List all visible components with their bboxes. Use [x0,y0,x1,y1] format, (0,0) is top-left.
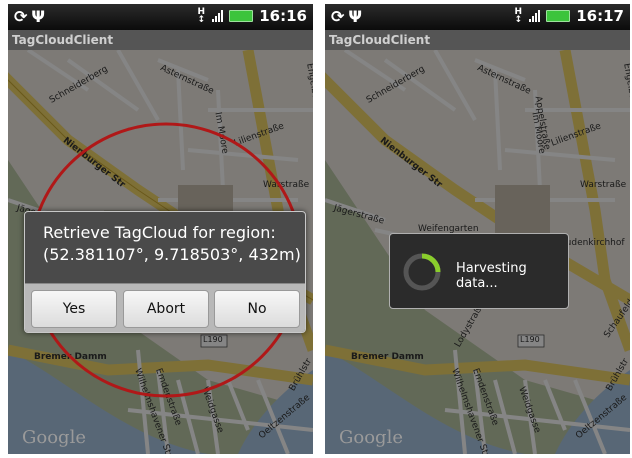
usb-icon: Ψ [348,7,366,26]
network-h-icon: H ↕ [197,7,206,25]
phone-screen-left: ⟳Ψ H ↕ 16:16 TagCloudClient Schneiderber… [8,4,313,454]
sync-icon: ⟳ [14,7,32,26]
battery-icon [546,10,571,22]
google-logo: Google [339,427,403,448]
status-bar: ⟳Ψ H ↕ 16:17 [325,4,630,30]
progress-dialog: Harvesting data... [389,233,569,309]
signal-icon [212,10,224,22]
retrieve-dialog: Retrieve TagCloud for region: (52.381107… [24,211,306,333]
yes-button[interactable]: Yes [31,290,117,328]
dialog-message-line1: Retrieve TagCloud for region: [43,223,276,242]
battery-icon [229,10,254,22]
status-time: 16:17 [576,7,624,25]
no-button[interactable]: No [214,290,300,328]
signal-icon [529,10,541,22]
phone-screen-right: ⟳Ψ H ↕ 16:17 TagCloudClient Schneiderberg… [325,4,630,454]
progress-message: Harvesting data... [456,261,527,291]
usb-icon: Ψ [31,7,49,26]
dialog-button-bar: Yes Abort No [25,283,305,332]
app-title: TagCloudClient [325,30,630,50]
status-time: 16:16 [259,7,307,25]
status-bar: ⟳Ψ H ↕ 16:16 [8,4,313,30]
network-h-icon: H ↕ [514,7,523,25]
app-title: TagCloudClient [8,30,313,50]
sync-icon: ⟳ [331,7,349,26]
abort-button[interactable]: Abort [123,290,209,328]
spinner-icon [403,253,441,291]
dialog-message-line2: (52.381107°, 9.718503°, 432m) [43,245,301,264]
google-logo: Google [22,427,86,448]
